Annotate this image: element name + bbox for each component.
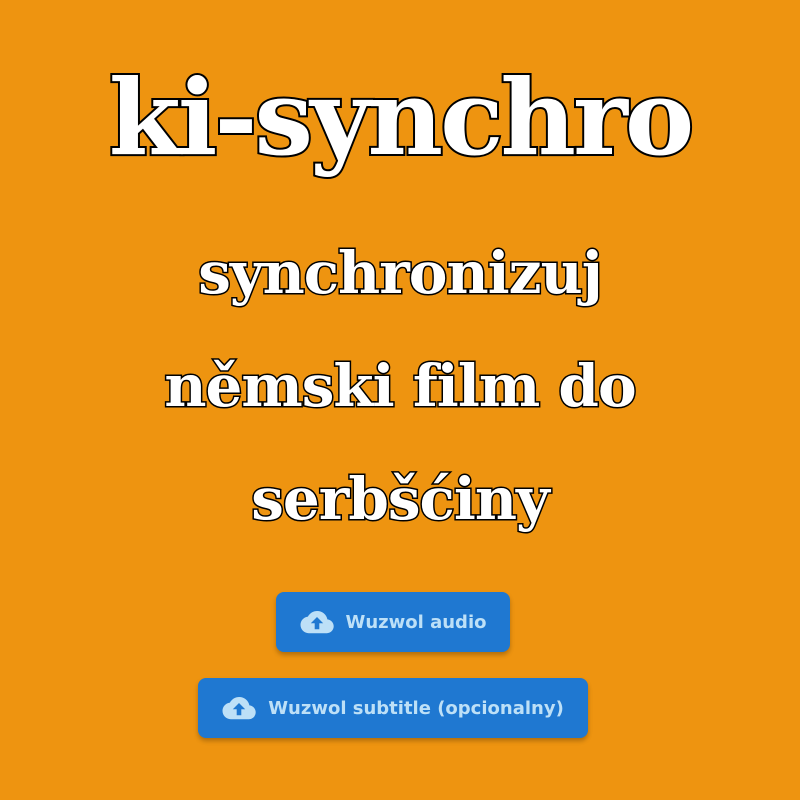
cloud-upload-icon [300,609,334,635]
upload-audio-label: Wuzwol audio [345,611,487,633]
upload-audio-button[interactable]: Wuzwol audio [276,592,510,652]
app-page: ki-synchro synchronizuj němski film do s… [0,0,800,800]
subtitle-line-1: synchronizuj [197,239,605,308]
subtitle-line-2: němski film do [163,352,638,421]
cloud-upload-icon [222,695,256,721]
page-title: ki-synchro [107,56,696,180]
upload-subtitle-button[interactable]: Wuzwol subtitle (opcionalny) [198,678,588,738]
subtitle-line-3: serbšćiny [250,465,552,534]
upload-subtitle-label: Wuzwol subtitle (opcionalny) [268,697,564,719]
